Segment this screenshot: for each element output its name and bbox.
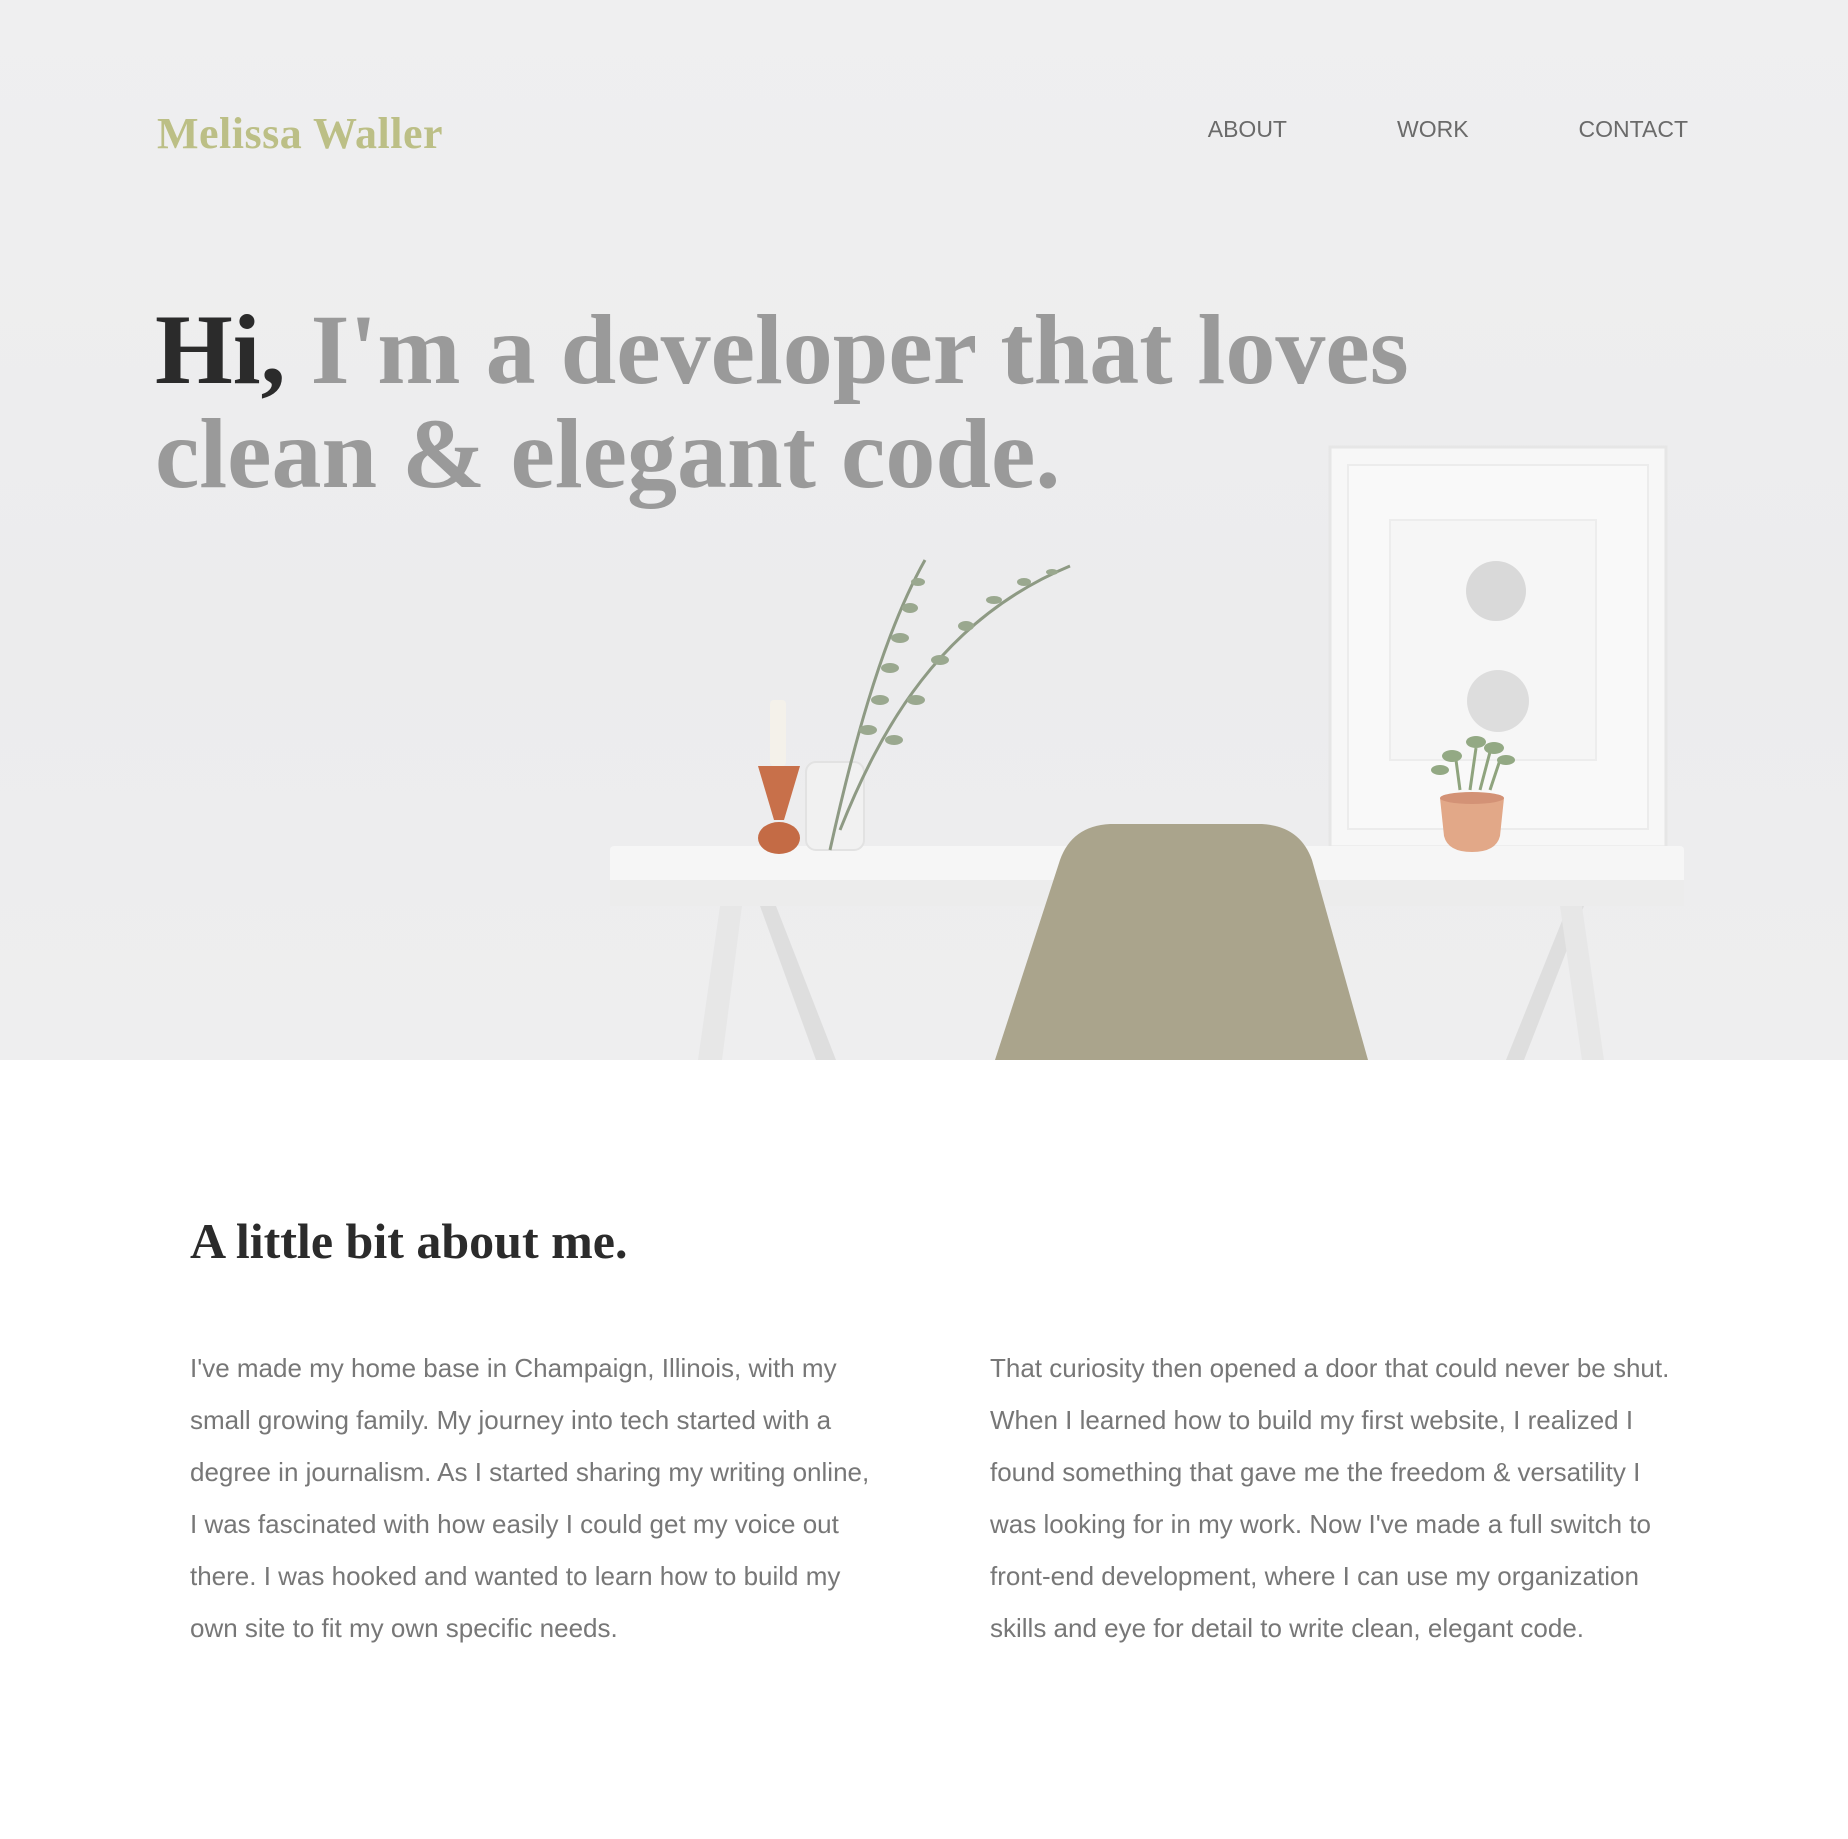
- picture-frame: [1328, 445, 1668, 849]
- hero-headline: Hi, I'm a developer that loves clean & e…: [155, 298, 1605, 506]
- plant-vase: [805, 559, 1071, 851]
- nav-about-link[interactable]: ABOUT: [1208, 116, 1287, 143]
- about-paragraph-2: That curiosity then opened a door that c…: [990, 1353, 1670, 1643]
- hero-background-photo: [610, 445, 1684, 1060]
- about-paragraph-1: I've made my home base in Champaign, Ill…: [190, 1353, 870, 1643]
- main-nav: ABOUT WORK CONTACT: [1098, 116, 1688, 143]
- nav-contact-link[interactable]: CONTACT: [1579, 116, 1688, 143]
- about-title: A little bit about me.: [190, 1213, 628, 1269]
- hero-greeting: Hi,: [155, 294, 286, 405]
- hero-section: Melissa Waller ABOUT WORK CONTACT Hi, I'…: [0, 0, 1848, 1060]
- candle-holder: [758, 700, 800, 854]
- hero-headline-text: I'm a developer that loves clean & elega…: [155, 294, 1409, 509]
- nav-work-link[interactable]: WORK: [1397, 116, 1469, 143]
- site-logo[interactable]: Melissa Waller: [157, 108, 443, 159]
